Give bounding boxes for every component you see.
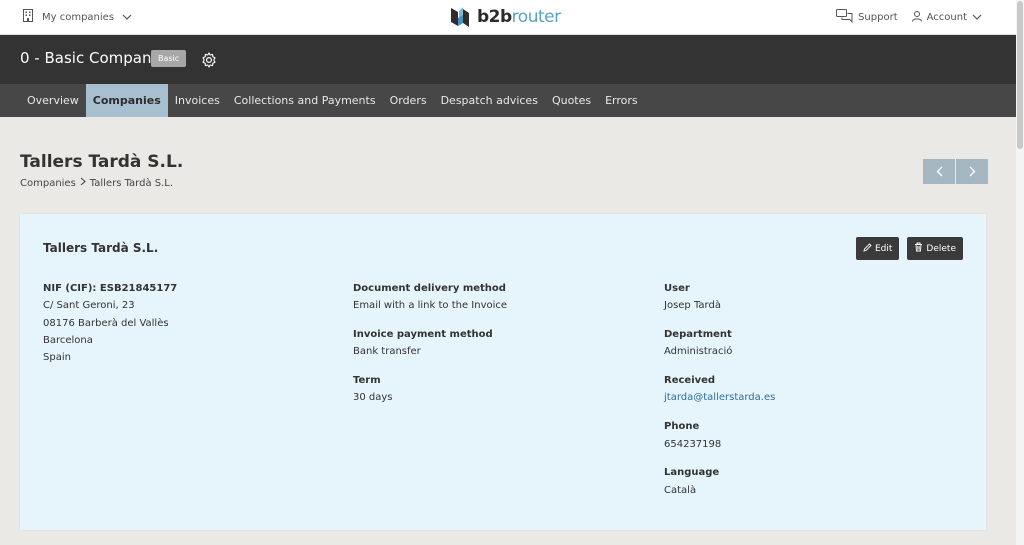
tab-quotes[interactable]: Quotes xyxy=(545,84,598,117)
payment-method-value: Bank transfer xyxy=(353,346,421,358)
company-name: 0 - Basic Company xyxy=(20,49,161,67)
trash-icon xyxy=(914,242,923,255)
gear-icon[interactable] xyxy=(201,52,217,71)
pencil-icon xyxy=(863,242,872,255)
tab-errors[interactable]: Errors xyxy=(598,84,645,117)
support-link[interactable]: Support xyxy=(836,9,898,26)
tab-overview[interactable]: Overview xyxy=(20,84,86,117)
delivery-method-label: Document delivery method xyxy=(353,283,506,294)
address-column: NIF (CIF): ESB21845177 C/ Sant Geroni, 2… xyxy=(43,280,177,366)
top-bar: My companies b2brouter Support Account xyxy=(0,0,1016,35)
logo-mark-icon xyxy=(451,7,469,27)
breadcrumb-current: Tallers Tardà S.L. xyxy=(89,177,174,189)
page-title: Tallers Tardà S.L. xyxy=(20,152,184,172)
scrollbar-thumb[interactable] xyxy=(1017,1,1023,149)
my-companies-label: My companies xyxy=(42,11,115,23)
department-label: Department xyxy=(664,329,732,341)
support-label: Support xyxy=(858,12,898,23)
nif-value: NIF (CIF): ESB21845177 xyxy=(43,283,178,294)
billing-column: Document delivery method Email with a li… xyxy=(353,280,507,418)
previous-button[interactable] xyxy=(923,159,955,184)
record-pager xyxy=(923,159,988,184)
tab-despatch-advices[interactable]: Despatch advices xyxy=(434,84,545,117)
language-label: Language xyxy=(664,467,720,479)
company-detail-card: Tallers Tardà S.L. Edit Delete NIF (CIF)… xyxy=(20,214,986,530)
chevron-down-icon xyxy=(972,12,982,23)
user-label: User xyxy=(664,283,690,294)
tab-invoices[interactable]: Invoices xyxy=(168,84,227,117)
department-value: Administració xyxy=(664,346,733,358)
chevron-right-icon xyxy=(969,166,975,177)
plan-badge: Basic xyxy=(151,50,187,67)
contact-column: User Josep Tardà Department Administraci… xyxy=(664,280,775,510)
account-dropdown[interactable]: Account xyxy=(911,10,982,25)
city-value: 08176 Barberà del Vallès xyxy=(43,317,169,329)
tab-collections-and-payments[interactable]: Collections and Payments xyxy=(227,84,383,117)
phone-label: Phone xyxy=(664,421,700,433)
received-email-link[interactable]: jtarda@tallerstarda.es xyxy=(664,389,775,406)
tab-companies[interactable]: Companies xyxy=(85,84,168,117)
building-icon xyxy=(22,9,34,25)
user-icon xyxy=(911,10,922,25)
page-bottom xyxy=(0,540,1016,545)
delete-button[interactable]: Delete xyxy=(907,237,963,260)
chat-icon xyxy=(836,9,853,26)
chevron-left-icon xyxy=(936,166,942,177)
chevron-down-icon xyxy=(122,12,132,23)
received-label: Received xyxy=(664,375,716,387)
payment-method-label: Invoice payment method xyxy=(353,329,493,341)
user-value: Josep Tardà xyxy=(664,300,721,312)
logo-text: b2brouter xyxy=(477,7,561,27)
account-label: Account xyxy=(926,12,967,23)
next-button[interactable] xyxy=(956,159,988,184)
company-header: 0 - Basic Company Basic xyxy=(0,35,1016,84)
edit-button[interactable]: Edit xyxy=(855,237,900,260)
breadcrumb-companies-link[interactable]: Companies xyxy=(20,178,76,189)
card-title: Tallers Tardà S.L. xyxy=(43,241,159,255)
my-companies-dropdown[interactable]: My companies xyxy=(22,9,132,25)
tab-orders[interactable]: Orders xyxy=(383,84,434,117)
language-value: Català xyxy=(664,484,697,496)
term-value: 30 days xyxy=(353,392,393,404)
vertical-scrollbar[interactable] xyxy=(1016,0,1024,545)
edit-label: Edit xyxy=(874,243,893,254)
street-value: C/ Sant Geroni, 23 xyxy=(43,300,135,312)
breadcrumb: Companies Tallers Tardà S.L. xyxy=(20,177,173,189)
delivery-method-value: Email with a link to the Invoice xyxy=(353,300,508,312)
chevron-right-icon xyxy=(80,177,86,189)
main-nav: Overview Companies Invoices Collections … xyxy=(0,84,1016,117)
phone-value: 654237198 xyxy=(664,438,722,450)
country-value: Spain xyxy=(43,352,71,364)
b2brouter-logo[interactable]: b2brouter xyxy=(449,5,561,29)
province-value: Barcelona xyxy=(43,334,93,346)
delete-label: Delete xyxy=(926,243,956,254)
term-label: Term xyxy=(353,375,381,387)
